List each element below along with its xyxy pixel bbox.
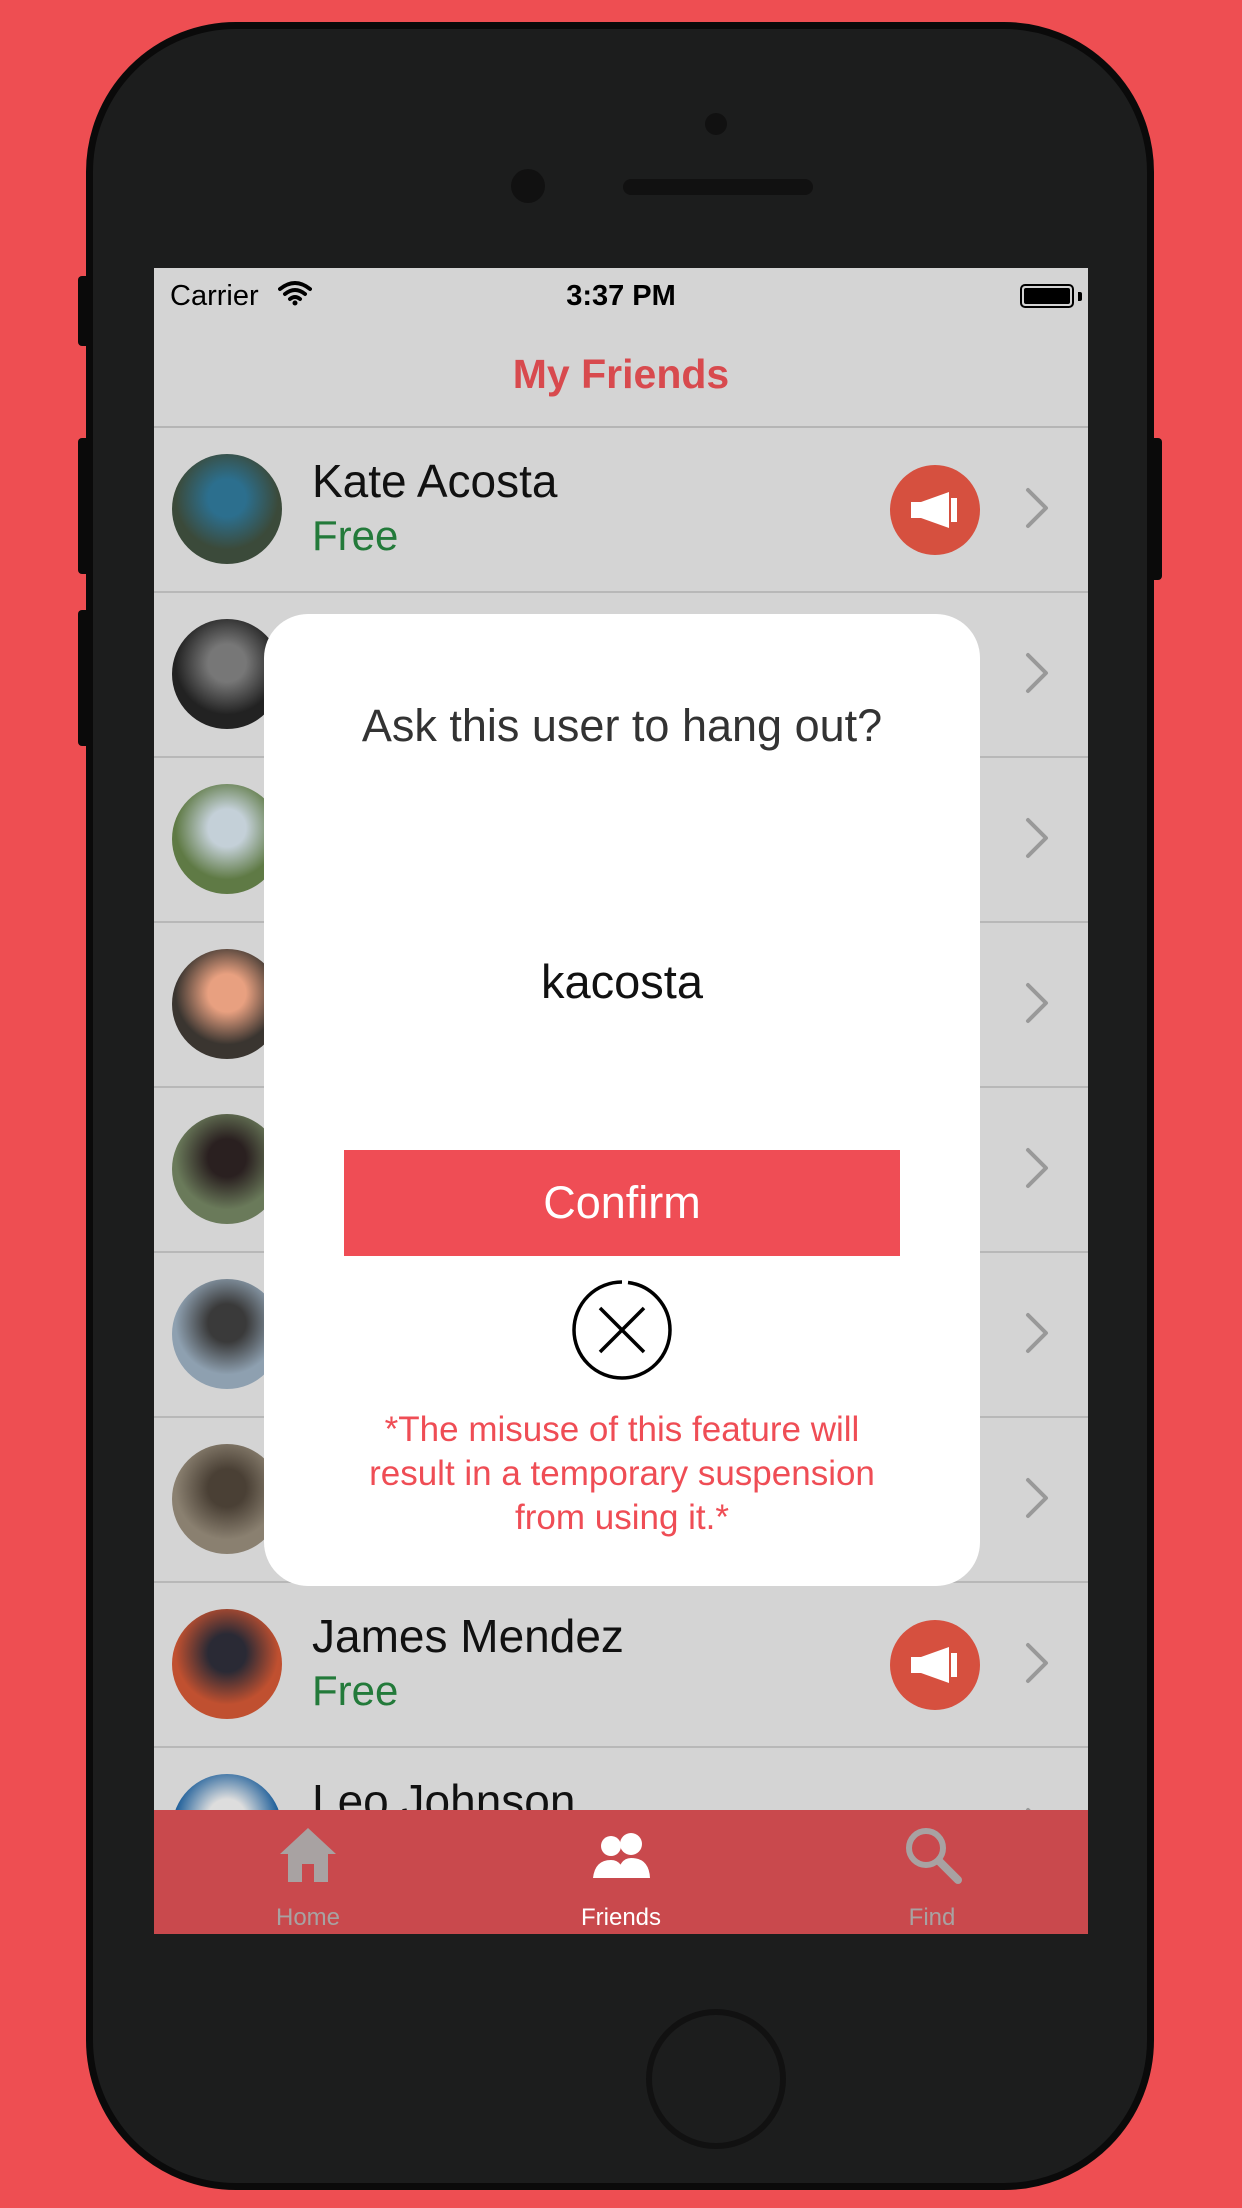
tab-find[interactable]: Find xyxy=(832,1810,1032,1934)
chevron-right-icon xyxy=(1024,816,1050,865)
status-bar: Carrier 3:37 PM xyxy=(154,268,1088,322)
proximity-sensor xyxy=(511,169,545,203)
chevron-right-icon xyxy=(1024,981,1050,1030)
friend-name: James Mendez xyxy=(312,1610,624,1662)
chevron-right-icon xyxy=(1024,1641,1050,1690)
page-title: My Friends xyxy=(512,350,730,397)
earpiece-speaker xyxy=(623,179,813,195)
chevron-right-icon xyxy=(1024,486,1050,535)
megaphone-button[interactable] xyxy=(890,1620,980,1710)
home-icon xyxy=(280,1828,336,1882)
avatar xyxy=(172,454,282,564)
megaphone-button[interactable] xyxy=(890,465,980,555)
power-button xyxy=(1150,438,1162,580)
avatar xyxy=(172,1609,282,1719)
mute-switch xyxy=(78,276,90,346)
clock: 3:37 PM xyxy=(566,280,676,312)
tab-home-label: Home xyxy=(275,1904,341,1931)
chevron-right-icon xyxy=(1024,651,1050,700)
hangout-dialog: Ask this user to hang out? kacosta Confi… xyxy=(264,614,980,1586)
volume-down-button xyxy=(78,610,90,746)
tab-bar: Home Friends Find xyxy=(154,1810,1088,1934)
close-circle-icon[interactable] xyxy=(570,1278,674,1382)
friend-row[interactable]: James Mendez Free xyxy=(154,1583,1088,1748)
dialog-username: kacosta xyxy=(541,955,703,1008)
tab-friends-label: Friends xyxy=(580,1904,662,1931)
megaphone-icon xyxy=(911,1647,957,1683)
tab-home[interactable]: Home xyxy=(208,1810,408,1934)
tab-find-label: Find xyxy=(908,1904,956,1931)
navigation-bar: My Friends xyxy=(154,322,1088,428)
chevron-right-icon xyxy=(1024,1146,1050,1195)
friends-icon xyxy=(593,1833,650,1878)
volume-up-button xyxy=(78,438,90,574)
confirm-button[interactable]: Confirm xyxy=(344,1150,900,1256)
battery-icon xyxy=(1020,284,1074,308)
megaphone-icon xyxy=(911,492,957,528)
front-camera xyxy=(705,113,727,135)
battery-tip xyxy=(1078,292,1082,301)
search-icon xyxy=(906,1828,962,1884)
friend-status: Free xyxy=(312,512,399,559)
chevron-right-icon xyxy=(1024,1311,1050,1360)
dialog-title: Ask this user to hang out? xyxy=(361,700,883,751)
friend-status: Free xyxy=(312,1667,399,1714)
misuse-warning: *The misuse of this feature will result … xyxy=(369,1410,875,1537)
friend-name: Kate Acosta xyxy=(312,455,558,507)
home-hardware-button[interactable] xyxy=(646,2009,786,2149)
friend-row[interactable]: Kate Acosta Free xyxy=(154,428,1088,593)
chevron-right-icon xyxy=(1024,1476,1050,1525)
tab-friends[interactable]: Friends xyxy=(521,1810,721,1934)
